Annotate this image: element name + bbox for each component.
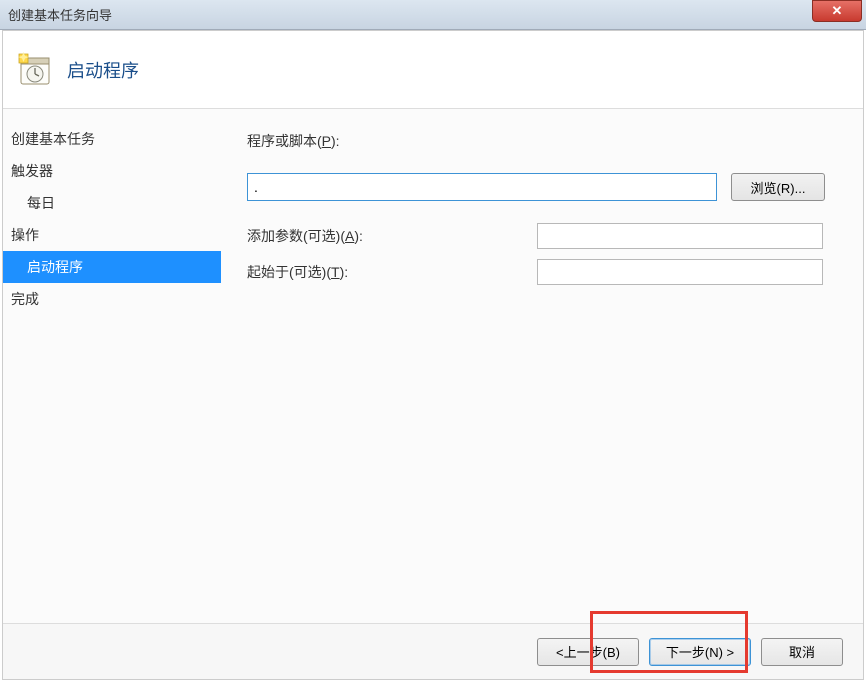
header-section: 启动程序 [3,31,863,109]
titlebar: 创建基本任务向导 ✕ [0,0,866,30]
arguments-input[interactable] [537,223,823,249]
sidebar-step-1[interactable]: 触发器 [3,155,221,187]
program-script-input[interactable] [247,173,717,201]
main-panel: 程序或脚本(P): 浏览(R)... 添加参数(可选)(A): [221,109,863,623]
startin-input[interactable] [537,259,823,285]
args-row: 添加参数(可选)(A): [247,223,839,249]
program-label: 程序或脚本(P): [247,131,340,151]
startin-label: 起始于(可选)(T): [247,262,537,282]
program-label-row: 程序或脚本(P): [247,131,839,151]
wizard-window: 创建基本任务向导 ✕ 启动程序 创建基本任务触发器每日操作启动程序完成 [0,0,866,682]
dialog-body: 启动程序 创建基本任务触发器每日操作启动程序完成 程序或脚本(P): 浏览(R)… [2,30,864,680]
content-area: 创建基本任务触发器每日操作启动程序完成 程序或脚本(P): 浏览(R)... 添… [3,109,863,623]
wizard-steps-sidebar: 创建基本任务触发器每日操作启动程序完成 [3,109,221,623]
cancel-button[interactable]: 取消 [761,638,843,666]
startin-row: 起始于(可选)(T): [247,259,839,285]
args-label: 添加参数(可选)(A): [247,226,537,246]
sidebar-step-5[interactable]: 完成 [3,283,221,315]
close-button[interactable]: ✕ [812,0,862,22]
scheduler-icon [17,52,53,88]
next-button[interactable]: 下一步(N) > [649,638,751,666]
sidebar-step-0[interactable]: 创建基本任务 [3,123,221,155]
page-title: 启动程序 [67,57,139,83]
sidebar-step-3[interactable]: 操作 [3,219,221,251]
footer: <上一步(B) 下一步(N) > 取消 [3,623,863,679]
sidebar-step-4[interactable]: 启动程序 [3,251,221,283]
window-title: 创建基本任务向导 [8,5,112,24]
program-input-row: 浏览(R)... [247,173,839,201]
back-button[interactable]: <上一步(B) [537,638,639,666]
close-icon: ✕ [832,3,843,19]
sidebar-step-2[interactable]: 每日 [3,187,221,219]
browse-button[interactable]: 浏览(R)... [731,173,825,201]
